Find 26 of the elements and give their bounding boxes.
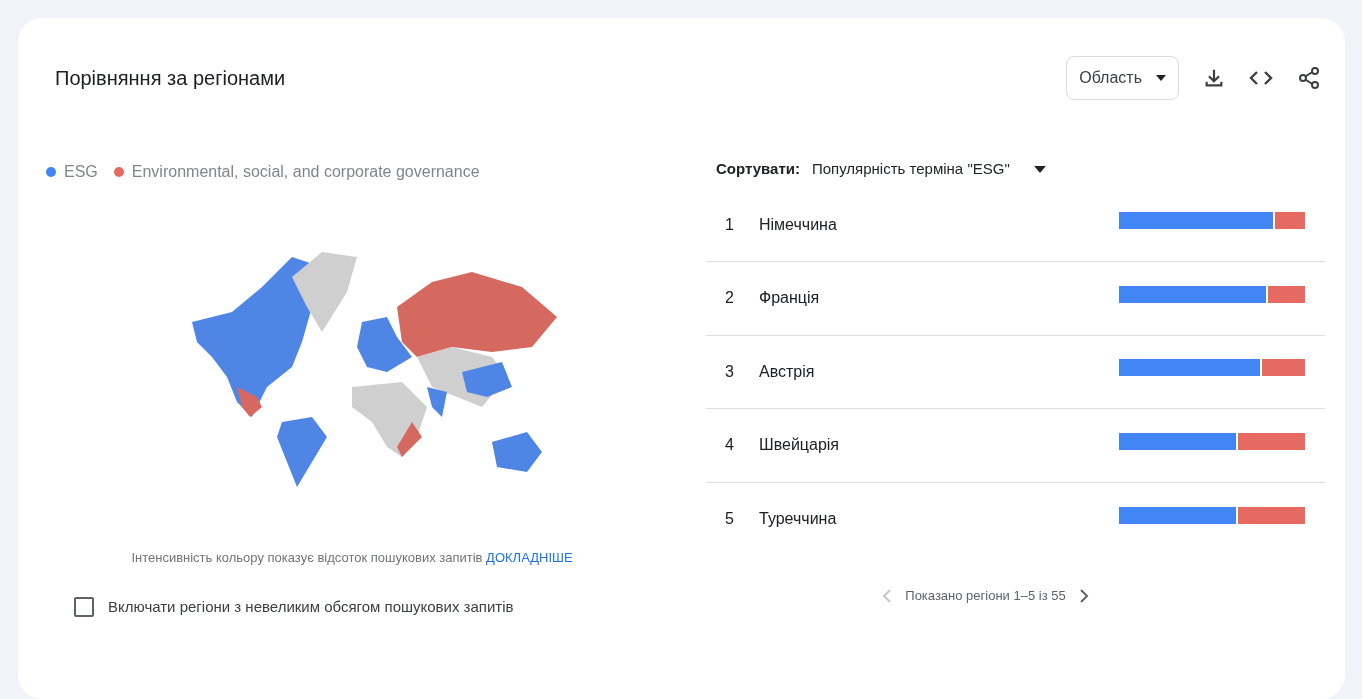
region-name: Німеччина	[759, 214, 837, 235]
rank-number: 1	[724, 214, 735, 235]
next-page-icon[interactable]	[1079, 588, 1089, 603]
download-icon[interactable]	[1203, 67, 1225, 89]
rank-number: 3	[724, 361, 735, 382]
pagination-text: Показано регіони 1–5 із 55	[905, 587, 1066, 605]
sort-label: Сортувати:	[716, 159, 800, 179]
legend-label: ESG	[64, 162, 98, 182]
rank-number: 5	[724, 509, 735, 530]
rank-number: 4	[724, 435, 735, 456]
region-name: Швейцарія	[759, 435, 839, 456]
checkbox-label: Включати регіони з невеликим обсягом пошукових запитів	[108, 596, 514, 617]
checkbox[interactable]	[74, 596, 94, 617]
rank-number: 2	[724, 288, 735, 309]
region-name: Туреччина	[759, 509, 837, 530]
region-name: Австрія	[759, 361, 815, 382]
region-name: Франція	[759, 288, 820, 309]
share-icon[interactable]	[1297, 66, 1321, 90]
caret-icon	[1033, 165, 1046, 173]
caret-icon	[1156, 75, 1166, 81]
learn-more-link[interactable]: ДОКЛАДНІШЕ	[486, 550, 573, 565]
legend-label: Environmental, social, and corporate governance	[131, 162, 480, 182]
map-footnote: Інтенсивність кольору показує відсоток пошукових запитів ДОКЛАДНІШЕ	[130, 549, 574, 567]
sort-dropdown[interactable]: Популярність терміна "ESG"	[811, 158, 1046, 181]
section-title: Порівняння за регіонами	[55, 66, 286, 90]
region-dropdown[interactable]: Область	[1066, 56, 1179, 100]
